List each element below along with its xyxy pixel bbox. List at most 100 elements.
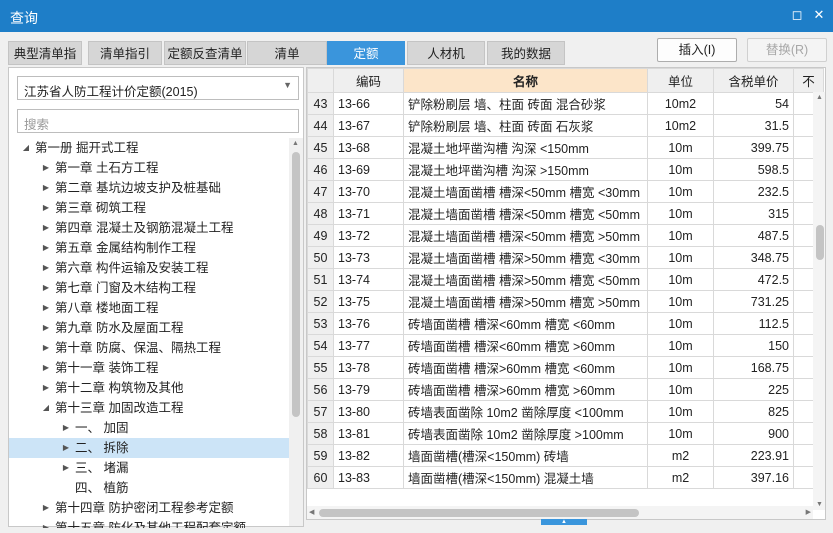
triangle-right-icon[interactable]: ▶ xyxy=(41,278,51,298)
triangle-right-icon[interactable]: ▶ xyxy=(41,498,51,518)
table-row[interactable]: 43 13-66 铲除粉刷层 墙、柱面 砖面 混合砂浆 10m2 54 xyxy=(307,92,824,115)
triangle-right-icon[interactable]: ▶ xyxy=(41,258,51,278)
tab-2[interactable]: 定额反查清单 xyxy=(164,41,246,65)
code-cell: 13-81 xyxy=(333,422,404,445)
table-row[interactable]: 46 13-69 混凝土地坪凿沟槽 沟深 >150mm 10m 598.5 xyxy=(307,158,824,181)
tree-scrollbar-thumb[interactable] xyxy=(292,152,300,417)
table-row[interactable]: 44 13-67 铲除粉刷层 墙、柱面 砖面 石灰浆 10m2 31.5 xyxy=(307,114,824,137)
unit-cell: 10m xyxy=(647,268,714,291)
tab-4[interactable]: 定额 xyxy=(327,41,405,65)
column-header-code[interactable]: 编码 xyxy=(333,68,404,93)
triangle-right-icon[interactable]: ▶ xyxy=(41,298,51,318)
column-header-unit[interactable]: 单位 xyxy=(647,68,714,93)
tree-node[interactable]: ▶ 第七章 门窗及木结构工程 xyxy=(9,278,289,298)
price-cell: 112.5 xyxy=(713,312,794,335)
column-header-price[interactable]: 含税单价 xyxy=(713,68,794,93)
triangle-right-icon[interactable]: ▶ xyxy=(41,218,51,238)
table-row[interactable]: 58 13-81 砖墙表面凿除 10m2 凿除厚度 >100mm 10m 900 xyxy=(307,422,824,445)
tree-node[interactable]: ◢ 第一册 掘开式工程 xyxy=(9,138,289,158)
table-vertical-scrollbar-thumb[interactable] xyxy=(816,225,824,260)
price-cell: 399.75 xyxy=(713,136,794,159)
tree-node[interactable]: ▶ 第十章 防腐、保温、隔热工程 xyxy=(9,338,289,358)
table-row[interactable]: 55 13-78 砖墙面凿槽 槽深>60mm 槽宽 <60mm 10m 168.75 xyxy=(307,356,824,379)
table-horizontal-scrollbar[interactable]: ◀ ▶ xyxy=(307,506,813,519)
restore-icon[interactable]: ◻ xyxy=(790,8,804,22)
name-cell: 铲除粉刷层 墙、柱面 砖面 混合砂浆 xyxy=(403,92,648,115)
tree-node[interactable]: 四、 植筋 xyxy=(9,478,289,498)
panel-collapse-handle[interactable]: ▲ xyxy=(541,519,587,525)
insert-button[interactable]: 插入(I) xyxy=(657,38,737,62)
table-vertical-scrollbar[interactable]: ▲ ▼ xyxy=(813,92,825,510)
tree-node[interactable]: ▶ 第八章 楼地面工程 xyxy=(9,298,289,318)
triangle-right-icon[interactable]: ▶ xyxy=(41,378,51,398)
unit-cell: 10m xyxy=(647,180,714,203)
triangle-right-icon[interactable]: ▶ xyxy=(41,518,51,528)
scroll-left-icon[interactable]: ◀ xyxy=(309,508,314,516)
table-row[interactable]: 57 13-80 砖墙表面凿除 10m2 凿除厚度 <100mm 10m 825 xyxy=(307,400,824,423)
table-horizontal-scrollbar-thumb[interactable] xyxy=(319,509,639,517)
column-header-name[interactable]: 名称 xyxy=(403,68,648,93)
table-row[interactable]: 54 13-77 砖墙面凿槽 槽深<60mm 槽宽 >60mm 10m 150 xyxy=(307,334,824,357)
tree-node[interactable]: ▶ 一、 加固 xyxy=(9,418,289,438)
triangle-right-icon[interactable]: ▶ xyxy=(41,338,51,358)
table-row[interactable]: 59 13-82 墙面凿槽(槽深<150mm) 砖墙 m2 223.91 xyxy=(307,444,824,467)
tree-node[interactable]: ◢ 第十三章 加固改造工程 xyxy=(9,398,289,418)
row-number-cell: 44 xyxy=(307,114,334,137)
triangle-right-icon[interactable]: ▶ xyxy=(61,418,71,438)
tree-node[interactable]: ▶ 第一章 土石方工程 xyxy=(9,158,289,178)
name-cell: 砖墙表面凿除 10m2 凿除厚度 <100mm xyxy=(403,400,648,423)
tab-3[interactable]: 清单 xyxy=(247,41,327,65)
table-row[interactable]: 56 13-79 砖墙面凿槽 槽深>60mm 槽宽 >60mm 10m 225 xyxy=(307,378,824,401)
table-row[interactable]: 50 13-73 混凝土墙面凿槽 槽深>50mm 槽宽 <30mm 10m 348.75 xyxy=(307,246,824,269)
table-row[interactable]: 53 13-76 砖墙面凿槽 槽深<60mm 槽宽 <60mm 10m 112.5 xyxy=(307,312,824,335)
scroll-up-icon[interactable]: ▲ xyxy=(292,140,299,147)
name-cell: 墙面凿槽(槽深<150mm) 砖墙 xyxy=(403,444,648,467)
close-icon[interactable]: ✕ xyxy=(812,8,826,22)
table-row[interactable]: 48 13-71 混凝土墙面凿槽 槽深<50mm 槽宽 <50mm 10m 315 xyxy=(307,202,824,225)
tree-node[interactable]: ▶ 二、 拆除 xyxy=(9,438,289,458)
search-input[interactable]: 搜索 xyxy=(17,109,299,133)
tab-0[interactable]: 典型清单指引 xyxy=(8,41,82,85)
triangle-right-icon[interactable]: ▶ xyxy=(61,438,71,458)
triangle-right-icon[interactable]: ▶ xyxy=(41,238,51,258)
tab-6[interactable]: 我的数据 xyxy=(487,41,565,65)
scroll-up-icon[interactable]: ▲ xyxy=(816,94,823,101)
scroll-down-icon[interactable]: ▼ xyxy=(816,501,823,508)
tree-scrollbar[interactable]: ▲ xyxy=(289,138,303,526)
triangle-down-icon[interactable]: ◢ xyxy=(41,398,51,418)
table-row[interactable]: 47 13-70 混凝土墙面凿槽 槽深<50mm 槽宽 <30mm 10m 232.5 xyxy=(307,180,824,203)
table-row[interactable]: 52 13-75 混凝土墙面凿槽 槽深>50mm 槽宽 >50mm 10m 731.25 xyxy=(307,290,824,313)
name-cell: 混凝土墙面凿槽 槽深>50mm 槽宽 <50mm xyxy=(403,268,648,291)
tree-node[interactable]: ▶ 第十五章 防化及其他工程配套定额 xyxy=(9,518,289,528)
triangle-right-icon[interactable]: ▶ xyxy=(61,458,71,478)
table-row[interactable]: 51 13-74 混凝土墙面凿槽 槽深>50mm 槽宽 <50mm 10m 472.5 xyxy=(307,268,824,291)
tree-node[interactable]: ▶ 第三章 砌筑工程 xyxy=(9,198,289,218)
tree-node[interactable]: ▶ 三、 堵漏 xyxy=(9,458,289,478)
triangle-right-icon[interactable]: ▶ xyxy=(41,198,51,218)
triangle-right-icon[interactable]: ▶ xyxy=(41,358,51,378)
table-row[interactable]: 49 13-72 混凝土墙面凿槽 槽深<50mm 槽宽 >50mm 10m 487.5 xyxy=(307,224,824,247)
tree-node[interactable]: ▶ 第十二章 构筑物及其他 xyxy=(9,378,289,398)
library-select[interactable]: 江苏省人防工程计价定额(2015) ▼ xyxy=(17,76,299,100)
scroll-right-icon[interactable]: ▶ xyxy=(806,508,811,516)
tree-node[interactable]: ▶ 第十四章 防护密闭工程参考定额 xyxy=(9,498,289,518)
tree-node[interactable]: ▶ 第四章 混凝土及钢筋混凝土工程 xyxy=(9,218,289,238)
replace-button[interactable]: 替换(R) xyxy=(747,38,827,62)
column-header-extra[interactable]: 不 xyxy=(793,68,824,93)
table-row[interactable]: 60 13-83 墙面凿槽(槽深<150mm) 混凝土墙 m2 397.16 xyxy=(307,466,824,489)
triangle-right-icon[interactable]: ▶ xyxy=(41,178,51,198)
tree-node[interactable]: ▶ 第二章 基坑边坡支护及桩基础 xyxy=(9,178,289,198)
table-row[interactable]: 45 13-68 混凝土地坪凿沟槽 沟深 <150mm 10m 399.75 xyxy=(307,136,824,159)
code-cell: 13-70 xyxy=(333,180,404,203)
tree-node[interactable]: ▶ 第九章 防水及屋面工程 xyxy=(9,318,289,338)
tab-5[interactable]: 人材机 xyxy=(407,41,485,65)
tab-1[interactable]: 清单指引 xyxy=(88,41,162,65)
tree-node[interactable]: ▶ 第十一章 装饰工程 xyxy=(9,358,289,378)
triangle-right-icon[interactable]: ▶ xyxy=(41,158,51,178)
tree-node[interactable]: ▶ 第六章 构件运输及安装工程 xyxy=(9,258,289,278)
triangle-right-icon[interactable]: ▶ xyxy=(41,318,51,338)
price-cell: 487.5 xyxy=(713,224,794,247)
chapter-tree: ◢ 第一册 掘开式工程 ▶ 第一章 土石方工程 ▶ 第二章 基坑边坡支护及桩基础 ▶ 第三章 … xyxy=(9,138,289,528)
tree-node[interactable]: ▶ 第五章 金属结构制作工程 xyxy=(9,238,289,258)
triangle-down-icon[interactable]: ◢ xyxy=(21,138,31,158)
